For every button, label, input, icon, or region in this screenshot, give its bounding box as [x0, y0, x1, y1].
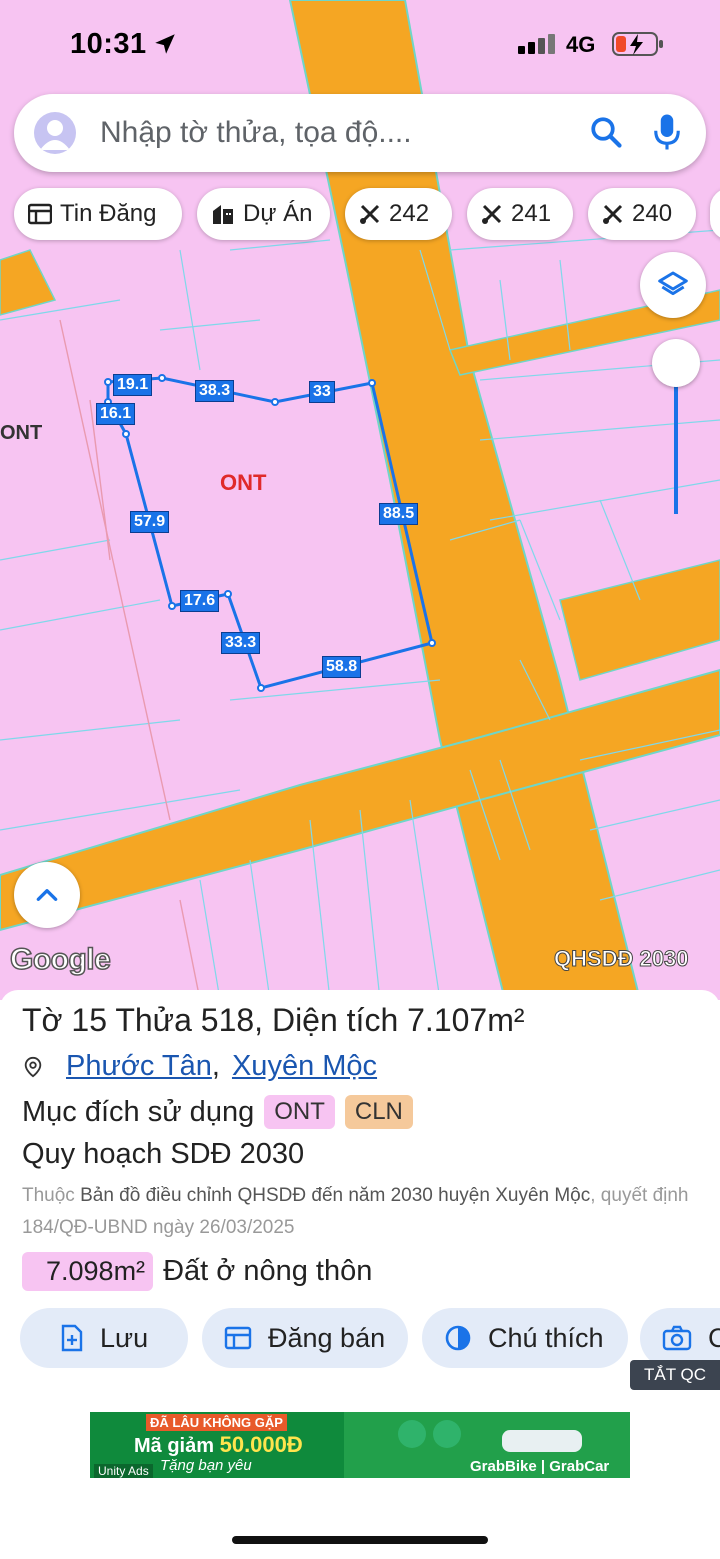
ad-line2: Mã giảm 50.000Đ	[134, 1432, 303, 1458]
title-prefix: Tờ	[22, 1002, 63, 1038]
edge-length-label: 16.1	[96, 403, 136, 425]
tools-icon	[603, 204, 623, 224]
app-screen: ONT ONT 19.1 38.3 33 16.1 57.9 88.5 17.6…	[0, 0, 720, 1559]
tools-icon	[482, 204, 502, 224]
add-file-icon	[61, 1324, 83, 1352]
home-indicator[interactable]	[232, 1536, 488, 1544]
search-bar[interactable]	[14, 94, 706, 172]
opacity-slider-track[interactable]	[674, 384, 678, 514]
purpose-tag-cln: CLN	[344, 1095, 413, 1129]
chip-241[interactable]: 241	[467, 188, 573, 240]
edge-length-label: 38.3	[195, 380, 235, 402]
ad-amount: 50.000Đ	[219, 1432, 303, 1457]
google-logo: Google	[9, 942, 111, 977]
parcel-word: Thửa	[115, 1002, 192, 1038]
layers-icon	[658, 271, 688, 296]
parcel-title: Tờ 15 Thửa 518, Diện tích 7.107m²	[22, 1002, 525, 1039]
district-link[interactable]: Xuyên Mộc	[232, 1050, 377, 1083]
ad-line3: Tặng bạn yêu	[160, 1457, 252, 1474]
sub-area-type: Đất ở nông thôn	[163, 1255, 373, 1287]
ad-illustration	[398, 1420, 582, 1452]
camera-icon	[662, 1325, 692, 1351]
status-bar: 10:31 4G	[0, 22, 720, 66]
area-label: , Diện tích	[254, 1002, 399, 1038]
edge-length-label: 33.3	[221, 632, 261, 654]
desc-prefix: Thuộc	[22, 1185, 75, 1206]
close-ad-button[interactable]: TẮT QC	[630, 1360, 720, 1390]
camera-button[interactable]: C	[640, 1308, 720, 1368]
purpose-tag-ont: ONT	[264, 1095, 335, 1129]
plan-label: Quy hoạch SDĐ 2030	[22, 1138, 305, 1170]
chip-label: 241	[511, 200, 552, 227]
post-sale-label: Đăng bán	[268, 1322, 386, 1353]
map-view[interactable]: ONT ONT 19.1 38.3 33 16.1 57.9 88.5 17.6…	[0, 0, 720, 1000]
listing-icon	[224, 1326, 252, 1350]
sheet-number: 15	[71, 1002, 108, 1038]
microphone-icon[interactable]	[652, 112, 682, 152]
ad-line2-prefix: Mã giảm	[134, 1435, 215, 1457]
chip-label: Tin Đăng	[60, 200, 157, 227]
battery-charging-icon	[612, 32, 663, 56]
parcel-location: Phước Tân, Xuyên Mộc	[22, 1050, 377, 1083]
purpose-label: Mục đích sử dụng	[22, 1095, 255, 1128]
ad-banner[interactable]: ĐÃ LÂU KHÔNG GẶP Mã giảm 50.000Đ Tặng bạ…	[90, 1412, 630, 1478]
edge-length-label: 17.6	[180, 590, 220, 612]
chip-label: 240	[632, 200, 673, 227]
edge-length-label: 88.5	[379, 503, 419, 525]
edge-length-label: 57.9	[130, 511, 170, 533]
map-layer-name: QHSDĐ 2030	[554, 946, 690, 972]
ad-network: Unity Ads	[94, 1464, 153, 1478]
chip-label: Dự Án	[243, 200, 313, 227]
plan-description: Thuộc Bản đồ điều chỉnh QHSDĐ đến năm 20…	[22, 1180, 702, 1244]
save-button[interactable]: Lưu	[20, 1308, 188, 1368]
location-pin-icon	[24, 1056, 42, 1077]
zone-label-left: ONT	[0, 422, 43, 444]
chip-du-an[interactable]: Dự Án	[197, 188, 330, 240]
chip-label: 242	[389, 200, 430, 227]
layers-button[interactable]	[640, 252, 706, 318]
land-use-purpose: Mục đích sử dụng ONT CLN	[22, 1095, 413, 1129]
ad-brand: GrabBike | GrabCar	[470, 1458, 610, 1475]
network-type: 4G	[566, 32, 596, 57]
ad-line1: ĐÃ LÂU KHÔNG GẶP	[146, 1414, 287, 1431]
commune-link[interactable]: Phước Tân	[66, 1050, 212, 1083]
desc-map-name: Bản đồ điều chỉnh QHSDĐ đến năm 2030 huy…	[80, 1185, 591, 1206]
chip-tin-dang[interactable]: Tin Đăng	[14, 188, 182, 240]
edge-length-label: 19.1	[113, 374, 153, 396]
zone-label: ONT	[220, 470, 267, 495]
search-icon[interactable]	[588, 114, 624, 150]
location-arrow-icon	[155, 34, 175, 54]
opacity-slider-handle[interactable]	[652, 339, 700, 387]
newspaper-icon	[28, 203, 52, 225]
cellular-signal-icon	[518, 34, 555, 54]
post-sale-button[interactable]: Đăng bán	[202, 1308, 408, 1368]
legend-button[interactable]: Chú thích	[422, 1308, 628, 1368]
building-icon	[213, 205, 233, 224]
parcel-number: 518	[200, 1002, 255, 1038]
area-value: 7.107m²	[407, 1002, 525, 1038]
chip-242[interactable]: 242	[345, 188, 452, 240]
save-label: Lưu	[100, 1322, 149, 1353]
camera-label: C	[708, 1322, 720, 1353]
sub-area-row: 7.098m² Đất ở nông thôn	[22, 1252, 372, 1291]
contrast-icon	[445, 1325, 471, 1351]
chip-240[interactable]: 240	[588, 188, 696, 240]
user-avatar-icon	[40, 120, 70, 150]
chevron-up-icon	[36, 889, 58, 901]
search-input[interactable]	[100, 112, 550, 154]
edge-length-label: 33	[309, 381, 335, 403]
tools-icon	[360, 204, 380, 224]
sub-area-badge: 7.098m²	[22, 1252, 154, 1291]
expand-sheet-button[interactable]	[14, 862, 80, 928]
status-time: 10:31	[70, 28, 147, 60]
edge-length-label: 58.8	[322, 656, 362, 678]
avatar[interactable]	[34, 112, 76, 154]
legend-label: Chú thích	[488, 1322, 604, 1353]
